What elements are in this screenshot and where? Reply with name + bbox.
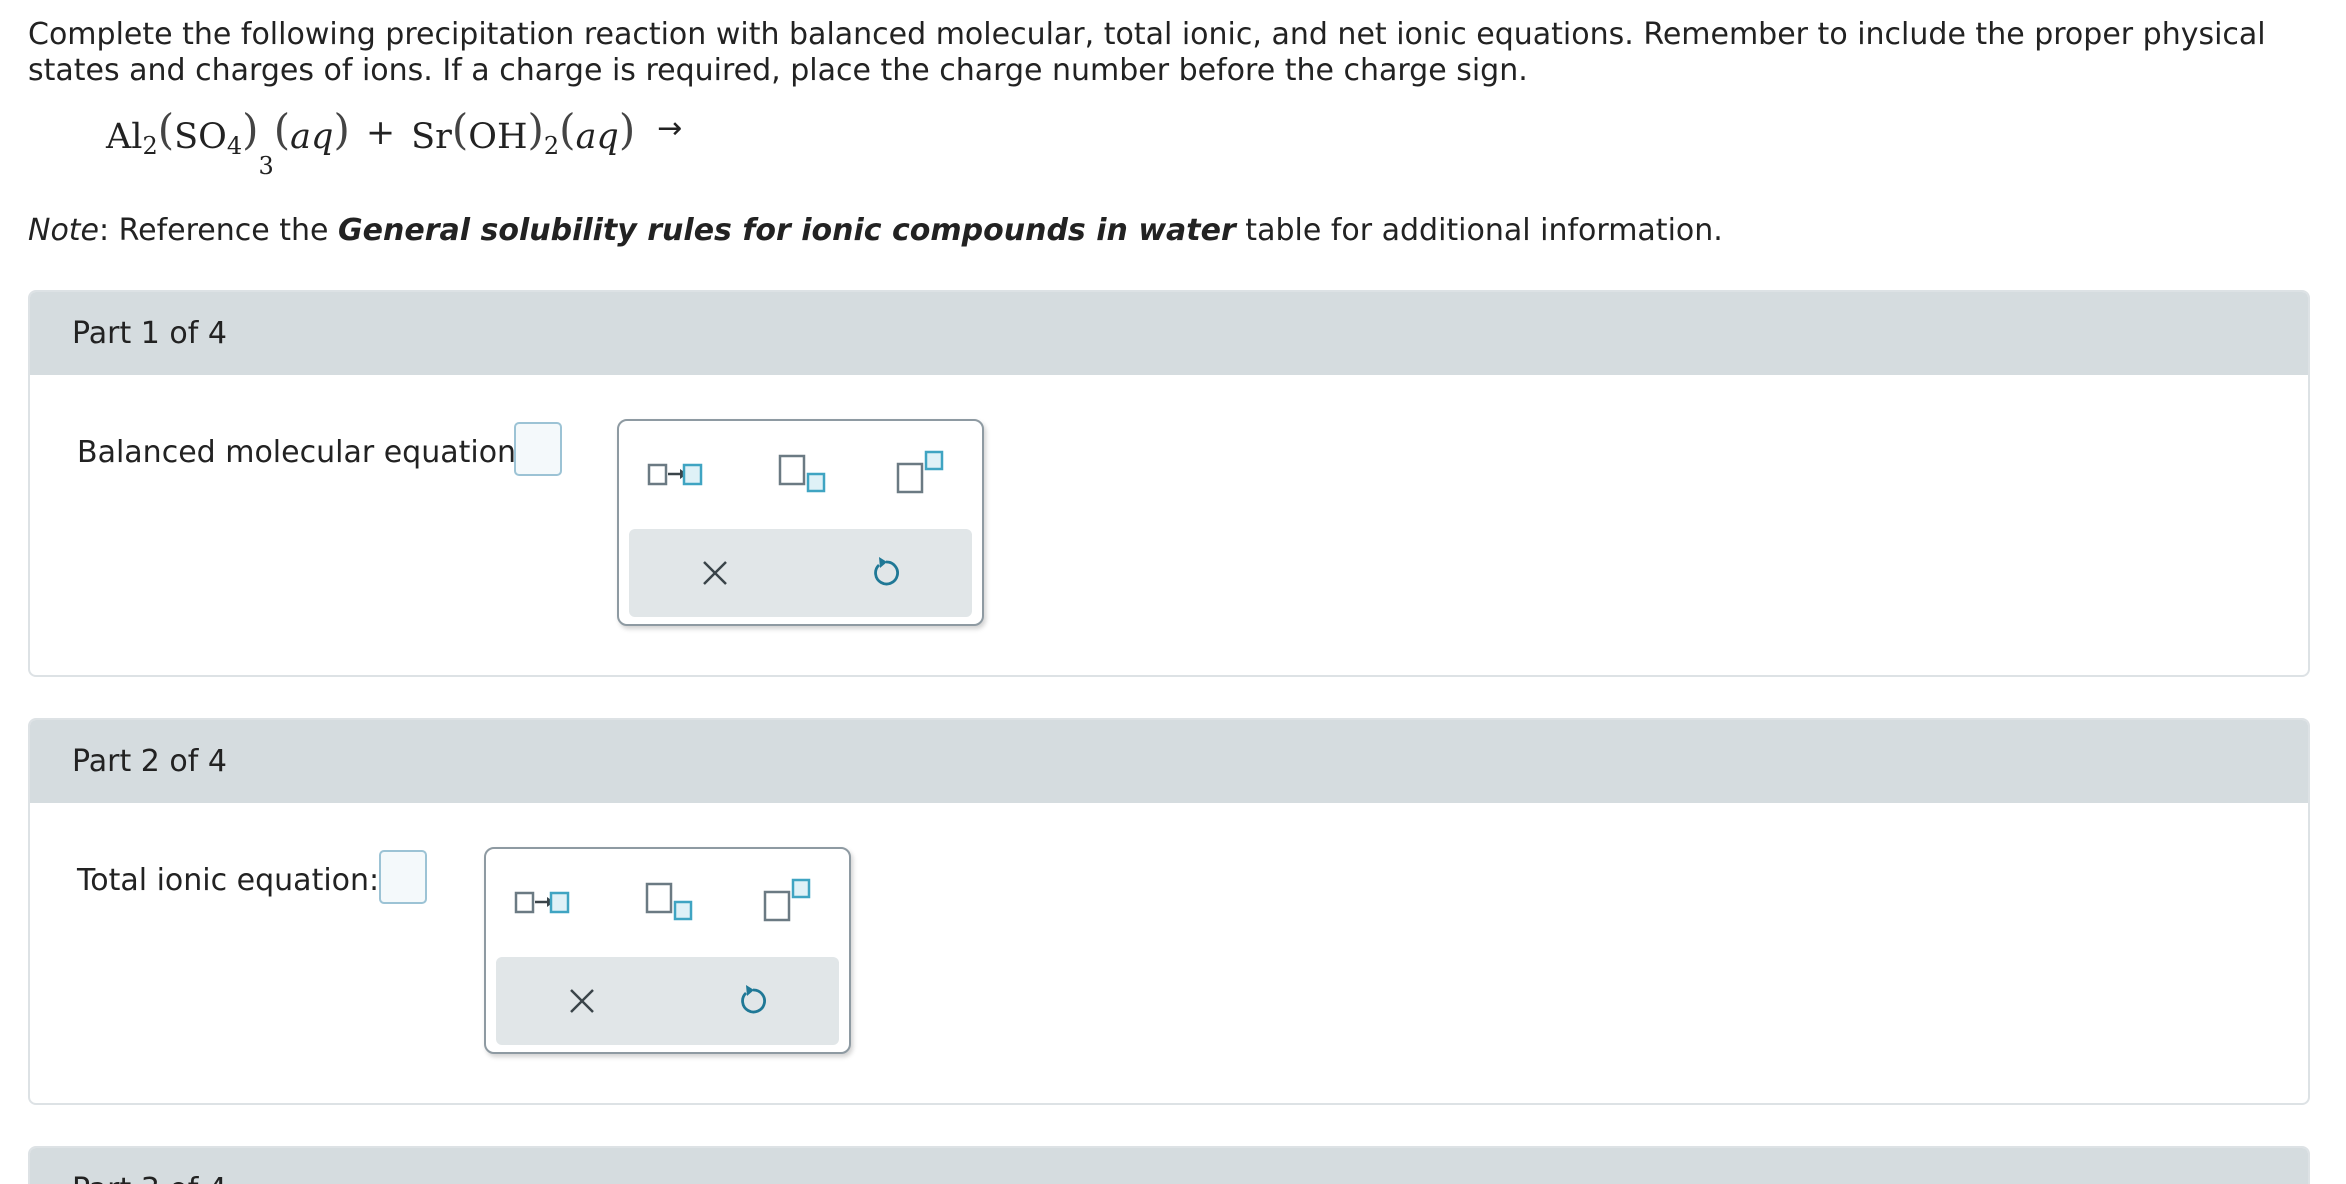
part-2-panel: Part 2 of 4 Total ionic equation: <box>28 718 2310 1105</box>
superscript-icon <box>763 878 811 922</box>
clear-button[interactable] <box>566 985 598 1017</box>
part-1-header: Part 1 of 4 <box>30 292 2308 375</box>
superscript-icon <box>896 450 944 494</box>
palette-action-tray <box>629 529 972 617</box>
equation-palette <box>617 419 984 626</box>
total-ionic-answer-input[interactable] <box>379 850 427 904</box>
reaction-arrow-icon <box>647 463 703 486</box>
part-2-header: Part 2 of 4 <box>30 720 2308 803</box>
subscript-icon <box>778 454 826 493</box>
solubility-rules-reference: General solubility rules for ionic compo… <box>338 213 1236 248</box>
reactant-1: Al2(SO4)3(aq) <box>106 105 350 181</box>
total-ionic-label: Total ionic equation: <box>77 863 380 898</box>
reaction-arrow-button[interactable] <box>514 887 570 917</box>
undo-icon <box>741 985 766 1014</box>
reaction-arrow: → <box>657 111 683 146</box>
balanced-molecular-answer-input[interactable] <box>514 422 562 476</box>
subscript-icon <box>645 882 693 921</box>
undo-icon <box>874 557 899 586</box>
undo-button[interactable] <box>737 983 769 1017</box>
reactant-2: Sr(OH)2(aq) <box>411 105 636 161</box>
close-icon <box>570 989 594 1013</box>
subscript-button[interactable] <box>777 453 829 497</box>
instructions-text: Complete the following precipitation rea… <box>28 17 2266 88</box>
part-3-panel: Part 3 of 4 <box>28 1146 2310 1184</box>
part-1-panel: Part 1 of 4 Balanced molecular equation: <box>28 290 2310 677</box>
undo-button[interactable] <box>870 555 902 589</box>
plus-sign: + <box>365 113 396 153</box>
balanced-molecular-label: Balanced molecular equation: <box>77 435 527 470</box>
palette-action-tray <box>496 957 839 1045</box>
superscript-button[interactable] <box>762 877 814 925</box>
superscript-button[interactable] <box>895 449 947 497</box>
close-icon <box>703 561 727 585</box>
subscript-button[interactable] <box>644 881 696 925</box>
reaction-arrow-icon <box>514 891 570 914</box>
note-text: Note: Reference the General solubility r… <box>28 213 1723 248</box>
clear-button[interactable] <box>699 557 731 589</box>
equation-palette <box>484 847 851 1054</box>
part-3-header: Part 3 of 4 <box>30 1148 2308 1184</box>
reaction-arrow-button[interactable] <box>647 459 703 489</box>
reaction-equation: Al2(SO4)3(aq) + Sr(OH)2(aq) → <box>106 105 683 183</box>
